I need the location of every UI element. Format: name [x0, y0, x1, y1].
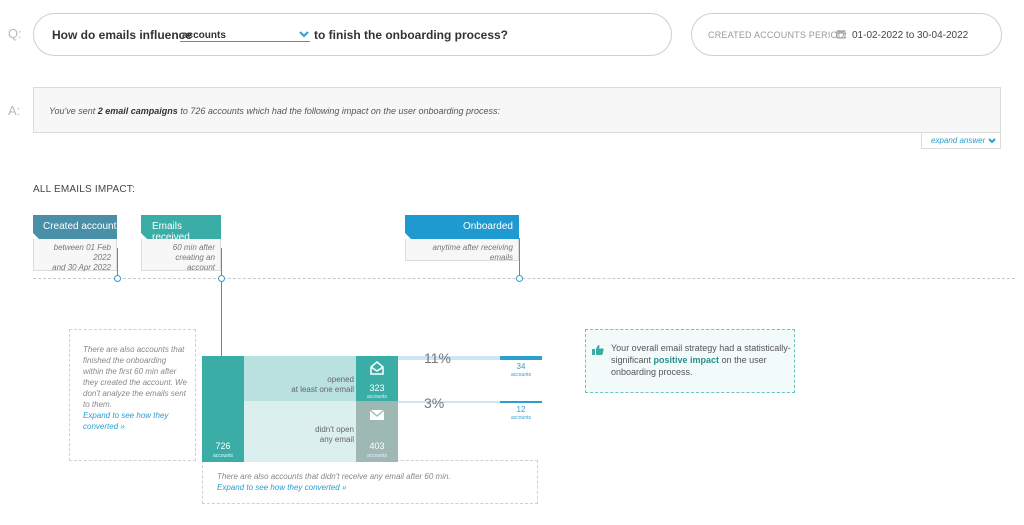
timeline-dot — [218, 275, 225, 282]
timeline-axis — [33, 278, 1015, 279]
opened-conversion-bar — [500, 356, 542, 360]
metric-select-value[interactable]: accounts — [182, 30, 226, 41]
timeline-connector — [519, 238, 520, 278]
opened-unit: accounts — [366, 394, 387, 400]
period-label: CREATED ACCOUNTS PERIOD: — [708, 30, 848, 40]
opened-conversion-pct: 11% — [424, 350, 451, 366]
not-opened-label: didn't open any email — [315, 425, 354, 444]
chevron-down-icon[interactable] — [299, 29, 309, 39]
flag-created-title: Created account — [43, 221, 117, 232]
envelope-open-icon — [370, 361, 384, 375]
total-accounts-value: 726 — [215, 441, 231, 451]
flag-created-sub2: and 30 Apr 2022 — [52, 263, 111, 272]
opened-label: opened at least one email — [291, 375, 354, 394]
flag-onboarded-title: Onboarded — [462, 221, 513, 232]
question-prefix: How do emails influence — [52, 28, 193, 42]
flag-created: Created account between 01 Feb 2022 and … — [33, 215, 117, 272]
early-onboarders-text: There are also accounts that finished th… — [83, 345, 187, 409]
timeline-connector — [221, 248, 222, 356]
thumbs-up-icon — [592, 345, 604, 355]
timeline-dot — [516, 275, 523, 282]
question-suffix: to finish the onboarding process? — [314, 28, 509, 42]
not-opened-value: 403 — [369, 441, 385, 451]
expand-answer-button[interactable]: expand answer — [921, 133, 1001, 149]
flag-notch — [405, 233, 411, 239]
impact-title: ALL EMAILS IMPACT: — [33, 184, 135, 195]
early-onboarders-note: There are also accounts that finished th… — [69, 329, 196, 461]
early-onboarders-link[interactable]: Expand to see how they converted » — [83, 410, 187, 432]
flag-notch — [33, 233, 39, 239]
no-email-link[interactable]: Expand to see how they converted » — [217, 482, 537, 493]
not-opened-conversion-bar — [500, 401, 542, 403]
answer-marker: A: — [8, 103, 21, 118]
timeline-connector — [117, 248, 118, 278]
opened-conversion-unit: accounts — [510, 372, 531, 378]
no-email-note: There are also accounts that didn't rece… — [202, 460, 538, 504]
opened-value: 323 — [369, 383, 385, 393]
opened-conversion-value: 34 — [516, 362, 526, 371]
no-email-text: There are also accounts that didn't rece… — [217, 472, 451, 481]
envelope-closed-icon — [369, 409, 385, 420]
period-value[interactable]: 01-02-2022 to 30-04-2022 — [852, 30, 968, 41]
not-opened-unit: accounts — [366, 453, 387, 459]
question-marker: Q: — [8, 26, 22, 41]
impact-summary-text: Your overall email strategy had a statis… — [611, 343, 791, 377]
answer-text: You've sent 2 email campaigns to 726 acc… — [49, 106, 501, 116]
flag-received-sub1: 60 min after — [172, 243, 215, 252]
flag-created-sub1: between 01 Feb 2022 — [53, 243, 111, 262]
not-opened-conversion-unit: accounts — [510, 415, 531, 421]
not-opened-conversion-pct: 3% — [424, 395, 445, 411]
flag-notch — [141, 233, 147, 239]
flag-onboarded: Onboarded anytime after receiving emails — [405, 215, 519, 262]
calendar-icon[interactable] — [836, 29, 846, 39]
flag-received: Emails received 60 min after creating an… — [141, 215, 221, 272]
flag-received-title: Emails received — [152, 221, 190, 243]
total-accounts-unit: accounts — [212, 453, 233, 459]
timeline-dot — [114, 275, 121, 282]
chevron-down-icon — [987, 138, 996, 144]
flag-received-sub2: creating an account — [175, 253, 215, 272]
not-opened-conversion-value: 12 — [516, 405, 526, 414]
flag-onboarded-sub1: anytime after receiving emails — [432, 243, 513, 262]
